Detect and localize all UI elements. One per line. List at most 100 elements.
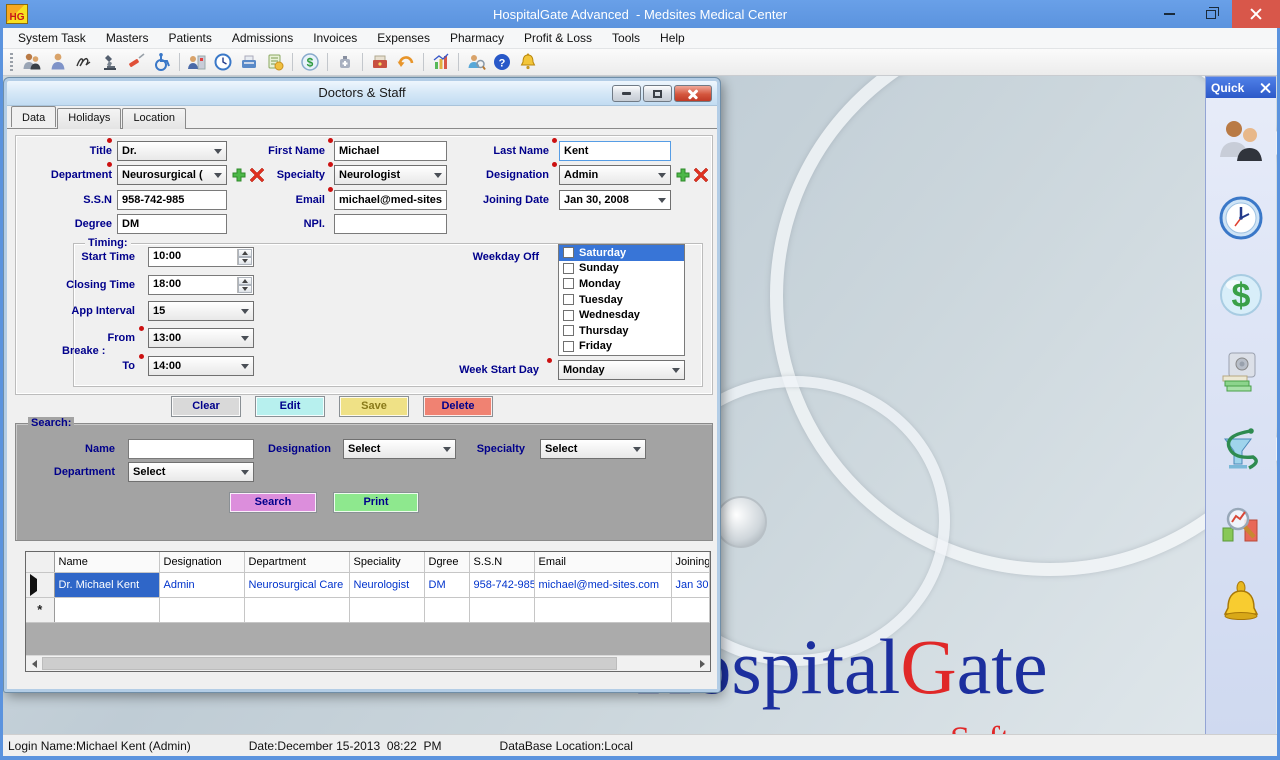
weekday-item-thursday[interactable]: Thursday [559, 323, 684, 339]
wheelchair-icon[interactable] [150, 51, 174, 73]
tab-data[interactable]: Data [11, 106, 56, 127]
friday-checkbox[interactable] [563, 341, 574, 352]
breake-to-combo[interactable]: 14:00 [148, 356, 254, 376]
closing-time-spinner[interactable]: 18:00 [148, 275, 254, 295]
designation-combo[interactable]: Admin [559, 165, 671, 185]
cell-name[interactable]: Dr. Michael Kent [54, 572, 159, 597]
quick-pharmacy-icon[interactable] [1216, 424, 1266, 474]
bell-icon[interactable] [516, 51, 540, 73]
weekday-item-wednesday[interactable]: Wednesday [559, 307, 684, 323]
menu-invoices[interactable]: Invoices [303, 28, 367, 49]
search-designation-combo[interactable]: Select [343, 439, 456, 459]
tab-location[interactable]: Location [122, 108, 186, 129]
clock-icon[interactable] [211, 51, 235, 73]
cell-email[interactable]: michael@med-sites.com [534, 572, 671, 597]
tab-holidays[interactable]: Holidays [57, 108, 121, 129]
cell-ssn[interactable]: 958-742-985 [469, 572, 534, 597]
menu-admissions[interactable]: Admissions [222, 28, 303, 49]
app-interval-combo[interactable]: 15 [148, 301, 254, 321]
add-designation-icon[interactable] [675, 167, 691, 183]
menu-masters[interactable]: Masters [96, 28, 159, 49]
dialog-close-button[interactable] [674, 85, 712, 102]
print-button[interactable]: Print [333, 492, 419, 513]
delete-button[interactable]: Delete [423, 396, 493, 417]
menu-help[interactable]: Help [650, 28, 695, 49]
last-name-input[interactable] [559, 141, 671, 161]
quick-staff-icon[interactable] [1216, 116, 1266, 166]
grid-col-ssn[interactable]: S.S.N [469, 552, 534, 572]
start-time-spinner[interactable]: 10:00 [148, 247, 254, 267]
start-time-down[interactable] [238, 257, 252, 265]
thursday-checkbox[interactable] [563, 325, 574, 336]
cell-dgree[interactable]: DM [424, 572, 469, 597]
npi-input[interactable] [334, 214, 447, 234]
menu-profit-loss[interactable]: Profit & Loss [514, 28, 602, 49]
menu-expenses[interactable]: Expenses [367, 28, 440, 49]
closing-time-up[interactable] [238, 277, 252, 285]
cashbox-icon[interactable] [368, 51, 392, 73]
window-minimize-button[interactable] [1148, 0, 1190, 28]
menu-pharmacy[interactable]: Pharmacy [440, 28, 514, 49]
admission-icon[interactable] [185, 51, 209, 73]
scroll-left-arrow[interactable] [26, 656, 42, 671]
billing-icon[interactable] [263, 51, 287, 73]
first-name-input[interactable] [334, 141, 447, 161]
specialty-combo[interactable]: Neurologist [334, 165, 447, 185]
patient-icon[interactable] [46, 51, 70, 73]
weekday-item-friday[interactable]: Friday [559, 339, 684, 355]
injection-icon[interactable] [124, 51, 148, 73]
dialog-maximize-button[interactable] [643, 85, 672, 102]
user-search-icon[interactable] [464, 51, 488, 73]
scroll-right-arrow[interactable] [694, 656, 710, 671]
email-input[interactable] [334, 190, 447, 210]
grid-col-department[interactable]: Department [244, 552, 349, 572]
current-row-selector[interactable] [26, 572, 54, 597]
microscope-icon[interactable] [98, 51, 122, 73]
degree-input[interactable] [117, 214, 227, 234]
report-chart-icon[interactable] [429, 51, 453, 73]
quick-clock-icon[interactable] [1216, 193, 1266, 243]
quick-cash-safe-icon[interactable] [1216, 347, 1266, 397]
quick-panel-close-icon[interactable] [1259, 82, 1271, 94]
grid-col-speciality[interactable]: Speciality [349, 552, 424, 572]
joining-date-combo[interactable]: Jan 30, 2008 [559, 190, 671, 210]
new-row-selector[interactable]: * [26, 597, 54, 622]
menu-tools[interactable]: Tools [602, 28, 650, 49]
weekday-item-monday[interactable]: Monday [559, 276, 684, 292]
breake-from-combo[interactable]: 13:00 [148, 328, 254, 348]
toolbar-grip[interactable] [10, 53, 13, 71]
menu-patients[interactable]: Patients [159, 28, 222, 49]
delete-designation-icon[interactable] [693, 167, 709, 183]
quick-dollar-icon[interactable]: $ [1216, 270, 1266, 320]
title-combo[interactable]: Dr. [117, 141, 227, 161]
grid-corner-cell[interactable] [26, 552, 54, 572]
search-button[interactable]: Search [229, 492, 317, 513]
save-button[interactable]: Save [339, 396, 409, 417]
dialog-minimize-button[interactable] [612, 85, 641, 102]
window-close-button[interactable] [1232, 0, 1280, 28]
week-start-day-combo[interactable]: Monday [558, 360, 685, 380]
help-icon[interactable]: ? [490, 51, 514, 73]
weekday-item-saturday[interactable]: Saturday [559, 245, 684, 261]
grid-col-dgree[interactable]: Dgree [424, 552, 469, 572]
sunday-checkbox[interactable] [563, 263, 574, 274]
monday-checkbox[interactable] [563, 278, 574, 289]
signature-icon[interactable] [72, 51, 96, 73]
search-specialty-combo[interactable]: Select [540, 439, 646, 459]
fax-icon[interactable] [237, 51, 261, 73]
dollar-icon[interactable]: $ [298, 51, 322, 73]
search-department-combo[interactable]: Select [128, 462, 254, 482]
scrollbar-thumb[interactable] [42, 657, 617, 670]
window-restore-button[interactable] [1190, 0, 1232, 28]
weekday-item-sunday[interactable]: Sunday [559, 261, 684, 277]
department-combo[interactable]: Neurosurgical ( [117, 165, 227, 185]
quick-report-search-icon[interactable] [1216, 501, 1266, 551]
grid-col-email[interactable]: Email [534, 552, 671, 572]
saturday-checkbox[interactable] [563, 247, 574, 258]
medicine-icon[interactable] [333, 51, 357, 73]
search-name-input[interactable] [128, 439, 254, 459]
staff-group-icon[interactable] [20, 51, 44, 73]
grid-col-name[interactable]: Name [54, 552, 159, 572]
grid-horizontal-scrollbar[interactable] [26, 655, 710, 671]
menu-system-task[interactable]: System Task [8, 28, 96, 49]
